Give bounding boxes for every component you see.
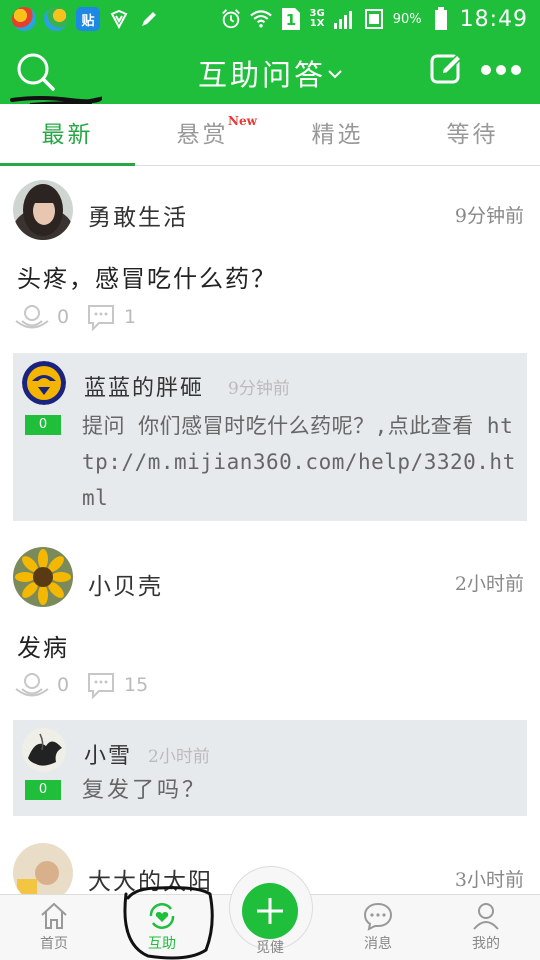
- question-card[interactable]: 勇敢生活 9分钟前 头疼，感冒吃什么药？ 0 1 0 蓝蓝的胖砸 9分钟前 提问…: [0, 166, 540, 534]
- like-icon[interactable]: [14, 304, 50, 334]
- answer-author[interactable]: 蓝蓝的胖砸: [84, 370, 204, 402]
- svg-text:1: 1: [285, 11, 295, 29]
- answer-time: 9分钟前: [228, 379, 290, 399]
- answer-author[interactable]: 小雪: [84, 738, 132, 770]
- comment-count: 1: [124, 306, 137, 328]
- new-badge: New: [228, 114, 257, 128]
- question-text[interactable]: 头疼，感冒吃什么药？: [17, 259, 277, 294]
- tab-bounty[interactable]: 悬赏 New: [135, 104, 270, 165]
- answer-vote-badge[interactable]: 0: [25, 780, 61, 800]
- signal-icon: [333, 8, 355, 30]
- comment-count: 15: [124, 674, 149, 696]
- battery-icon: [430, 7, 452, 30]
- chevron-down-icon: [328, 70, 342, 79]
- home-icon: [41, 902, 67, 929]
- alarm-icon: [220, 8, 242, 30]
- like-icon[interactable]: [14, 672, 50, 702]
- nav-home[interactable]: 首页: [0, 895, 108, 960]
- tab-waiting[interactable]: 等待: [405, 104, 540, 165]
- plus-button[interactable]: [242, 883, 298, 939]
- answer-time: 2小时前: [148, 747, 210, 767]
- answer-vote-badge[interactable]: 0: [25, 415, 61, 435]
- comment-icon[interactable]: [87, 671, 115, 703]
- post-time: 9分钟前: [454, 205, 524, 227]
- avatar[interactable]: [13, 547, 73, 607]
- nav-messages[interactable]: 消息: [324, 895, 432, 960]
- author-name[interactable]: 小贝壳: [88, 567, 163, 601]
- avatar[interactable]: [13, 180, 73, 240]
- app-notification-icon: [44, 7, 68, 31]
- avatar[interactable]: [22, 361, 66, 405]
- clock: 18:49: [459, 6, 528, 32]
- tieba-notification-icon: 贴: [76, 7, 100, 31]
- tab-featured[interactable]: 精选: [270, 104, 405, 165]
- tab-bar: 最新 悬赏 New 精选 等待: [0, 104, 540, 166]
- app-notification-icon: [12, 7, 36, 31]
- top-answer[interactable]: 0 小雪 2小时前 复发了吗？: [13, 720, 527, 816]
- avatar[interactable]: [13, 843, 73, 894]
- plus-icon: [257, 898, 283, 924]
- post-time: 3小时前: [454, 869, 524, 891]
- wifi-icon: [249, 8, 272, 30]
- app-header: 互助问答: [0, 38, 540, 108]
- shield-icon: [108, 8, 130, 30]
- network-type-indicator: 3G 1X: [309, 8, 325, 29]
- heart-sync-icon: [149, 903, 175, 929]
- avatar[interactable]: [22, 728, 66, 772]
- user-icon: [473, 903, 499, 930]
- question-card[interactable]: 小贝壳 2小时前 发病 0 15 0 小雪 2小时前 复发了吗？: [0, 534, 540, 830]
- more-icon[interactable]: [480, 60, 522, 80]
- post-time: 2小时前: [454, 573, 524, 595]
- nav-mutual-help[interactable]: 互助: [108, 895, 216, 960]
- author-name[interactable]: 大大的太阳: [88, 862, 213, 894]
- battery-percent: 90%: [392, 11, 422, 27]
- top-answer[interactable]: 0 蓝蓝的胖砸 9分钟前 提问 你们感冒时吃什么药呢？,点此查看 http://…: [13, 353, 527, 521]
- answer-text[interactable]: 提问 你们感冒时吃什么药呢？,点此查看 http://m.mijian360.c…: [82, 408, 522, 516]
- tab-latest[interactable]: 最新: [0, 104, 135, 166]
- nav-profile[interactable]: 我的: [432, 895, 540, 960]
- answer-text[interactable]: 复发了吗？: [82, 773, 522, 809]
- compose-icon[interactable]: [430, 52, 464, 86]
- plus-button-label: 觅健: [256, 940, 284, 956]
- page-title: 互助问答: [197, 58, 326, 92]
- like-count: 0: [57, 306, 70, 328]
- status-bar: 贴 1 3G 1X 90% 18:49: [0, 0, 540, 38]
- question-text[interactable]: 发病: [17, 628, 69, 663]
- author-name[interactable]: 勇敢生活: [88, 198, 188, 232]
- like-count: 0: [57, 674, 70, 696]
- pen-icon: [138, 8, 160, 30]
- sim-icon: 1: [280, 8, 302, 30]
- sim-card-icon: [363, 8, 385, 30]
- comment-icon[interactable]: [87, 303, 115, 335]
- chat-bubble-icon: [363, 902, 393, 931]
